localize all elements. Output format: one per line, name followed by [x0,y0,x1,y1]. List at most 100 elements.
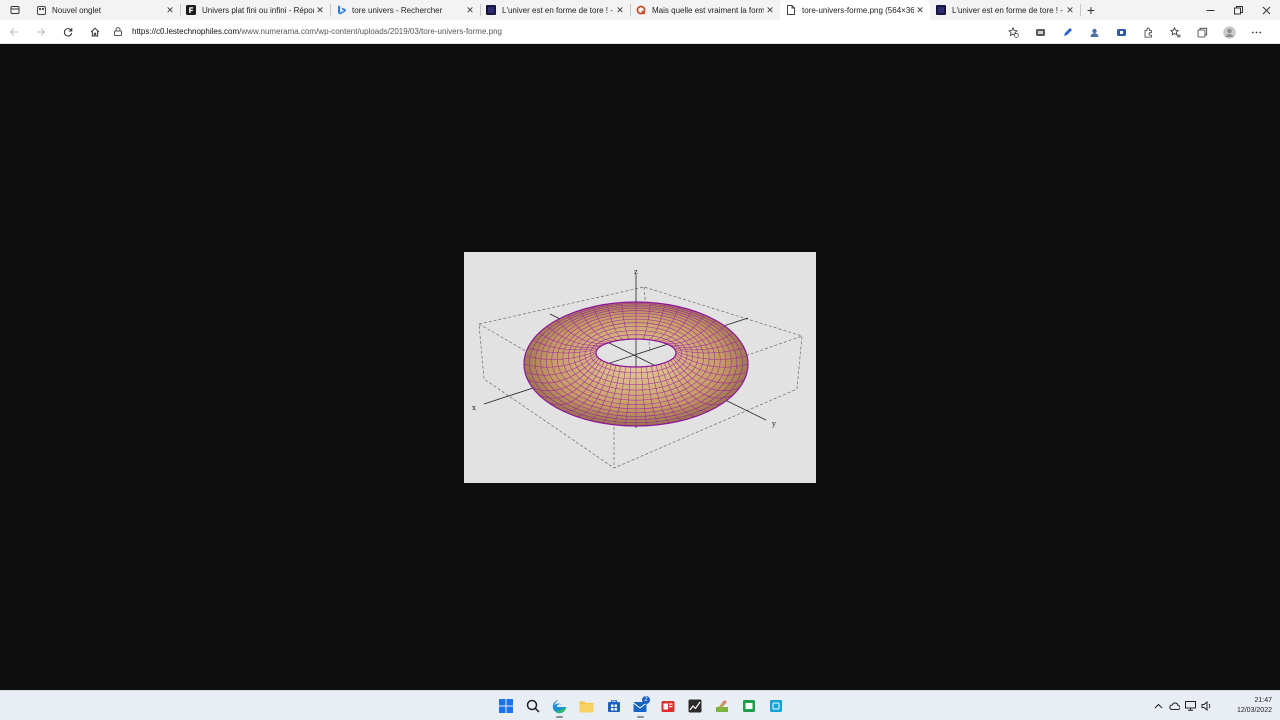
extensions-button[interactable] [1135,20,1162,44]
clock-date: 12/03/2022 [1236,707,1272,714]
torus-plot: z x y [472,268,803,469]
minimize-icon [1206,9,1214,11]
close-tab-icon[interactable]: ✕ [464,4,476,16]
tab-univer-tore-1[interactable]: L'univer est en forme de tore ! - ✕ [480,0,631,20]
system-tray [1150,695,1214,717]
back-arrow-icon [9,27,18,36]
tray-volume[interactable] [1198,695,1214,717]
file-icon [786,5,796,15]
tab-quora[interactable]: Mais quelle est vraiment la form ✕ [630,0,781,20]
search-button[interactable] [519,694,546,718]
forward-arrow-icon [36,27,45,36]
tab-actions-button[interactable] [0,0,30,20]
tab-title: Nouvel onglet [52,5,101,15]
taskbar-store[interactable] [600,694,627,718]
extension-3-button[interactable] [1081,20,1108,44]
tab-title: L'univer est en forme de tore ! - [502,5,613,15]
close-tab-icon[interactable]: ✕ [314,4,326,16]
star-add-icon [1008,26,1019,38]
toolbar-icons [1000,20,1270,44]
home-icon [90,27,99,36]
tray-onedrive[interactable] [1166,695,1182,717]
mail-badge: 2 [642,696,650,704]
network-icon [1184,701,1196,711]
taskbar-stocks[interactable] [681,694,708,718]
extension-1-button[interactable] [1027,20,1054,44]
torus-image[interactable]: z x y [464,252,816,483]
reload-icon [63,27,72,36]
chevron-up-icon [1154,703,1162,708]
taskbar-mail[interactable]: 2 [627,694,654,718]
taskbar-app-sheet[interactable] [735,694,762,718]
tab-actions-icon [10,6,20,14]
puzzle-icon [1144,27,1152,37]
folder-icon [579,701,594,712]
edge-icon [552,699,567,713]
settings-menu-button[interactable] [1243,20,1270,44]
tray-overflow-button[interactable] [1150,695,1166,717]
close-window-button[interactable] [1252,0,1280,20]
taskbar-app-green[interactable] [708,694,735,718]
favorites-button[interactable] [1162,20,1189,44]
avatar-icon [1223,25,1236,39]
lock-icon[interactable] [112,27,124,36]
site-icon [936,5,946,15]
favorites-add-button[interactable] [1000,20,1027,44]
search-icon [526,699,540,713]
tab-bing-search[interactable]: tore univers - Rechercher ✕ [330,0,481,20]
taskbar-news[interactable] [654,694,681,718]
close-tab-icon[interactable]: ✕ [614,4,626,16]
start-button[interactable] [492,694,519,718]
tab-title: Univers plat fini ou infini - Répor [202,5,314,15]
taskbar-file-explorer[interactable] [573,694,600,718]
minimize-button[interactable] [1196,0,1224,20]
reload-button[interactable] [54,20,81,44]
tab-title: tore-univers-forme.png (564×36 [802,5,914,15]
taskbar-clock[interactable]: 21:47 12/03/2022 [1218,696,1272,716]
close-tab-icon[interactable]: ✕ [914,4,926,16]
home-button[interactable] [81,20,108,44]
cloud-icon [1168,701,1180,710]
axis-label-x: x [472,404,476,412]
collections-icon [1197,27,1208,37]
close-tab-icon[interactable]: ✕ [164,4,176,16]
clock-time: 21:47 [1254,697,1272,704]
tab-univer-tore-2[interactable]: L'univer est en forme de tore ! - ✕ [930,0,1081,20]
extension-icon [1036,28,1045,36]
browser-toolbar: https://c0.lestechnophiles.com/www.numer… [0,20,1280,44]
extension-2-button[interactable] [1054,20,1081,44]
taskbar-app-cyan[interactable] [762,694,789,718]
tab-univers-plat[interactable]: Univers plat fini ou infini - Répor ✕ [180,0,331,20]
extension-4-button[interactable] [1108,20,1135,44]
store-icon [607,700,620,712]
speaker-icon [1201,701,1210,711]
axis-label-z: z [634,268,638,276]
restore-button[interactable] [1224,0,1252,20]
close-tab-icon[interactable]: ✕ [1064,4,1076,16]
url-path: /www.numerama.com/wp-content/uploads/201… [239,27,502,36]
site-icon [486,5,496,15]
collections-button[interactable] [1189,20,1216,44]
taskbar-apps: 2 [492,694,789,718]
profile-button[interactable] [1216,20,1243,44]
taskbar-edge[interactable] [546,694,573,718]
tab-tore-univers-image[interactable]: tore-univers-forme.png (564×36 ✕ [780,0,930,20]
tab-new-tab[interactable]: Nouvel onglet ✕ [30,0,181,20]
window-controls [1196,0,1280,20]
bing-icon [336,5,346,15]
new-tab-button[interactable]: + [1080,0,1102,20]
paint-icon [715,700,728,712]
news-icon [661,700,674,712]
tray-network[interactable] [1182,695,1198,717]
restore-icon [1233,5,1243,14]
extension-icon [1117,28,1126,36]
pen-icon [1064,27,1072,36]
newtab-icon [36,5,46,15]
close-tab-icon[interactable]: ✕ [764,4,776,16]
back-button[interactable] [0,20,27,44]
axis-label-y: y [771,420,776,428]
tab-title: tore univers - Rechercher [352,5,443,15]
address-bar[interactable]: https://c0.lestechnophiles.com/www.numer… [112,22,992,42]
forward-button[interactable] [27,20,54,44]
tab-title: Mais quelle est vraiment la form [652,5,764,15]
